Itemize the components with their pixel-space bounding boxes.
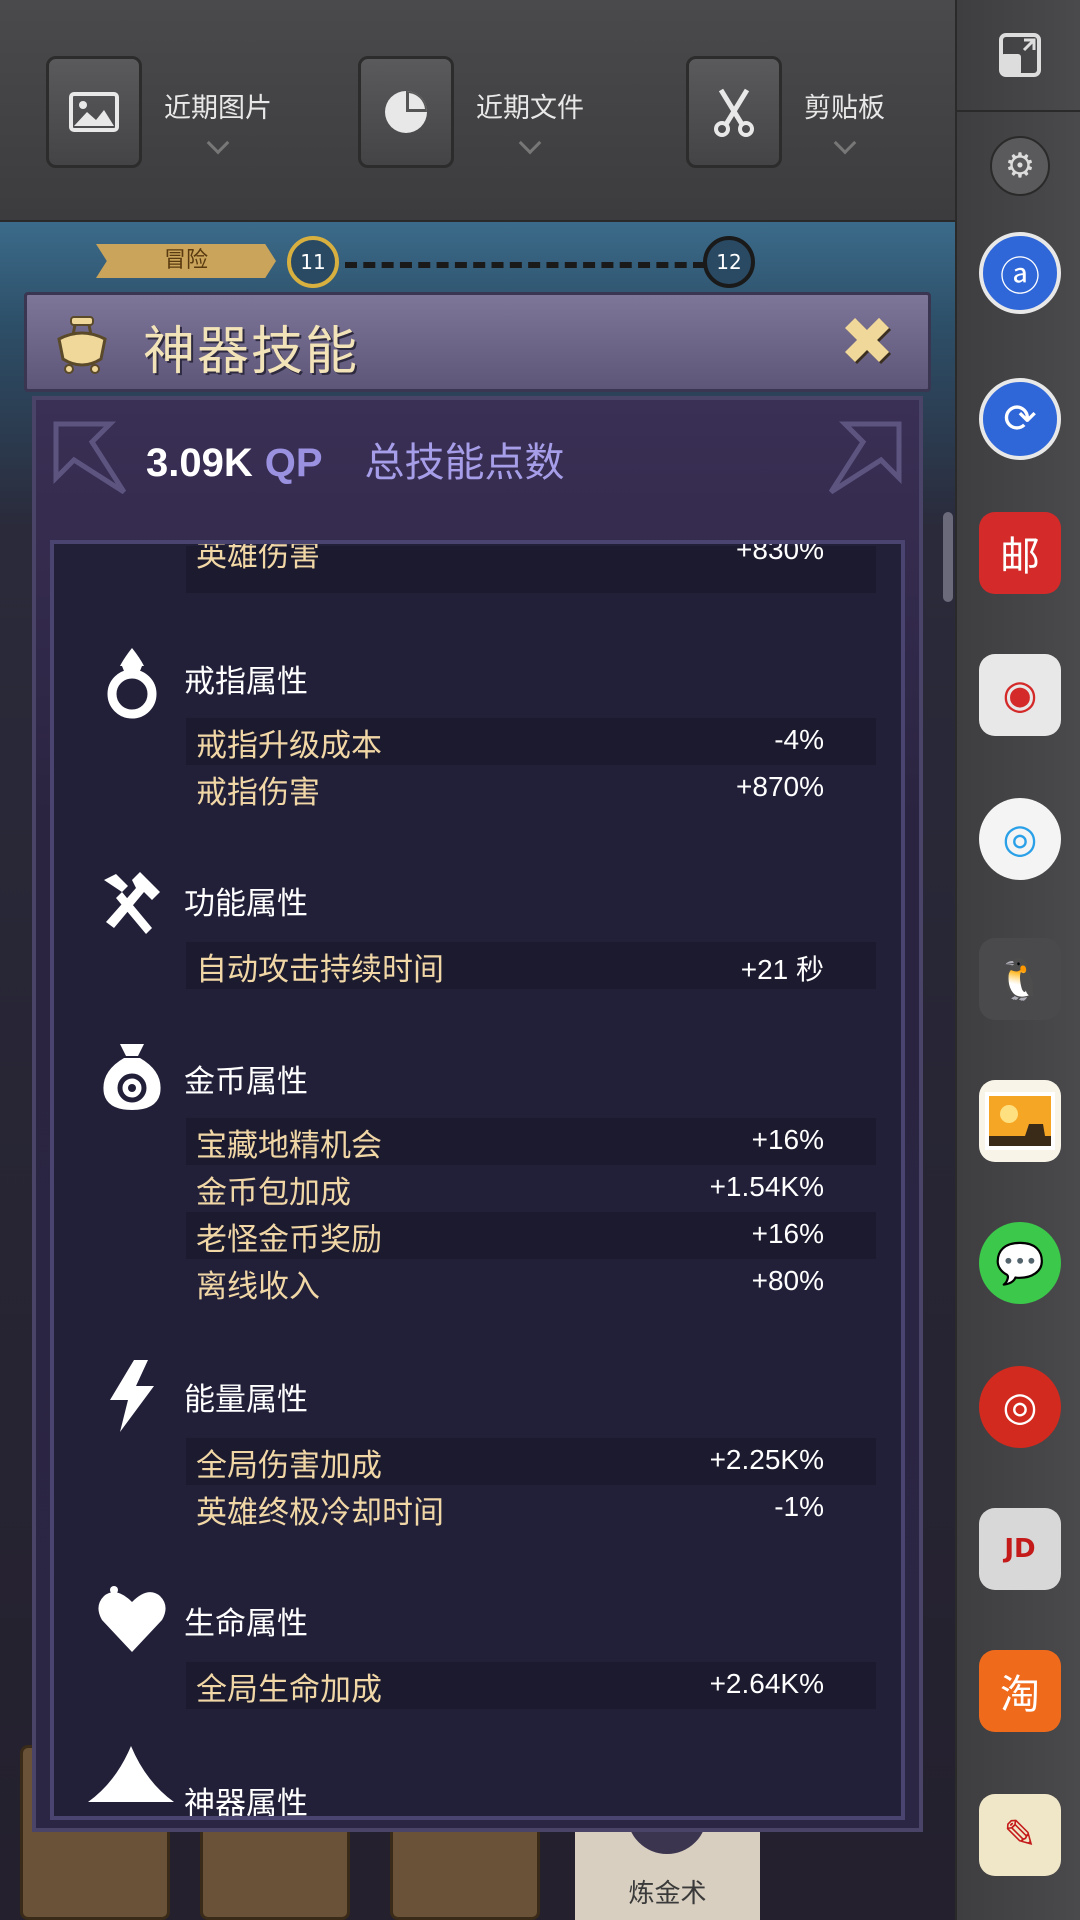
recent-files-button[interactable]: 近期文件: [358, 56, 584, 168]
recent-images-label: 近期图片: [164, 93, 272, 124]
photos-app-icon[interactable]: [979, 1080, 1061, 1162]
rotate-app-icon[interactable]: ⟳: [979, 378, 1061, 460]
artifact-icon: [88, 1746, 174, 1802]
adventure-label: 冒险: [96, 244, 276, 278]
stat-label: 全局生命加成: [196, 1672, 382, 1708]
stat-row: 英雄伤害 +830%: [186, 544, 876, 593]
stat-value: +16%: [751, 1124, 824, 1155]
jd-app-icon[interactable]: JD: [979, 1508, 1061, 1590]
qp-label: 总技能点数: [364, 440, 565, 486]
qp-unit: QP: [264, 441, 323, 485]
clipboard-button[interactable]: 剪贴板: [686, 56, 885, 168]
stat-value: +2.64K%: [709, 1668, 824, 1699]
stat-value: +21 秒: [740, 954, 824, 985]
pie-file-icon: [358, 56, 454, 168]
stat-value: +2.25K%: [709, 1444, 824, 1475]
stat-row: 全局伤害加成 +2.25K%: [186, 1438, 876, 1485]
ring-icon: [107, 648, 157, 719]
wechat-app-icon[interactable]: 💬: [979, 1222, 1061, 1304]
corner-ornament-right-icon: [828, 421, 902, 495]
total-skill-points: 3.09K QP 总技能点数: [146, 430, 565, 488]
section-title-gold: 金币属性: [184, 1064, 308, 1100]
mail-app-icon[interactable]: 邮: [979, 512, 1061, 594]
image-icon: [46, 56, 142, 168]
alchemy-label: 炼金术: [628, 1879, 707, 1909]
scissors-icon: [686, 56, 782, 168]
circle-app-icon[interactable]: ◎: [979, 798, 1061, 880]
stat-label: 英雄终极冷却时间: [196, 1495, 444, 1531]
stat-row: 戒指升级成本 -4%: [186, 718, 876, 765]
stat-label: 自动攻击持续时间: [196, 952, 444, 988]
stat-label: 戒指伤害: [196, 775, 320, 811]
qp-value: 3.09K: [146, 441, 253, 485]
app-dock: ⚙ ⓐ ⟳ 邮 ◉ ◎ 🐧 💬 ◎ JD 淘 ✎: [955, 0, 1080, 1920]
stage-node-next[interactable]: 12: [703, 236, 755, 288]
recent-images-button[interactable]: 近期图片: [46, 56, 272, 168]
stat-label: 戒指升级成本: [196, 728, 382, 764]
stat-value: +830%: [736, 540, 824, 565]
section-title-energy: 能量属性: [184, 1382, 308, 1418]
stat-row: 自动攻击持续时间 +21 秒: [186, 942, 876, 989]
chevron-down-icon: [833, 131, 856, 155]
resize-icon: [998, 33, 1041, 77]
section-title-artifact: 神器属性: [184, 1786, 308, 1820]
stat-label: 离线收入: [196, 1269, 320, 1305]
stat-row: 戒指伤害 +870%: [186, 765, 876, 812]
stat-row: 老怪金币奖励 +16%: [186, 1212, 876, 1259]
section-title-function: 功能属性: [184, 886, 308, 922]
stat-label: 金币包加成: [196, 1175, 351, 1211]
stat-row: 离线收入 +80%: [186, 1259, 876, 1306]
stat-value: +80%: [751, 1265, 824, 1296]
section-title-life: 生命属性: [184, 1606, 308, 1642]
stat-value: -1%: [774, 1491, 824, 1522]
chevron-down-icon: [518, 131, 542, 155]
stat-row: 金币包加成 +1.54K%: [186, 1165, 876, 1212]
section-title-ring: 戒指属性: [184, 664, 308, 700]
modal-title: 神器技能: [143, 322, 360, 382]
chevron-down-icon: [206, 131, 230, 155]
stage-node-current[interactable]: 11: [287, 236, 339, 288]
stat-value: +1.54K%: [709, 1171, 824, 1202]
corner-ornament-left-icon: [53, 421, 127, 495]
stat-value: +16%: [751, 1218, 824, 1249]
pills-app-icon[interactable]: ◉: [979, 654, 1061, 736]
stat-row: 全局生命加成 +2.64K%: [186, 1662, 876, 1709]
screen: { "toolbar": { "items": [ {"label": "近期图…: [0, 0, 1080, 1920]
stat-row: 英雄终极冷却时间 -1%: [186, 1485, 876, 1532]
stat-label: 老怪金币奖励: [196, 1222, 382, 1258]
close-button[interactable]: ✖: [832, 307, 902, 377]
recent-files-label: 近期文件: [476, 93, 584, 124]
skill-stats-list[interactable]: 英雄伤害 +830% 戒指属性 戒指升级成本 -4% 戒指伤害 +870% 功能…: [50, 540, 905, 1820]
lightning-icon: [110, 1360, 154, 1432]
cauldron-icon: [57, 316, 107, 374]
stat-label: 英雄伤害: [196, 540, 320, 574]
stage-path: [345, 262, 705, 268]
stat-label: 全局伤害加成: [196, 1448, 382, 1484]
modal-header: 神器技能 ✖: [24, 292, 931, 392]
qq-app-icon[interactable]: 🐧: [979, 938, 1061, 1020]
notes-app-icon[interactable]: ✎: [979, 1794, 1061, 1876]
window-resize-button[interactable]: [957, 0, 1080, 112]
tools-icon: [104, 872, 160, 934]
modal-body: 3.09K QP 总技能点数 英雄伤害 +830% 戒指属性 戒指升级成本 -4…: [32, 396, 923, 1832]
clipboard-toolbar: 近期图片 近期文件 剪贴板: [0, 0, 955, 222]
heart-icon: [98, 1586, 166, 1652]
stat-value: -4%: [774, 724, 824, 755]
gear-icon[interactable]: ⚙: [990, 136, 1050, 196]
stat-row: 宝藏地精机会 +16%: [186, 1118, 876, 1165]
netease-music-app-icon[interactable]: ◎: [979, 1366, 1061, 1448]
money-bag-icon: [103, 1044, 161, 1110]
stat-value: +870%: [736, 771, 824, 802]
stat-label: 宝藏地精机会: [196, 1128, 382, 1164]
clipboard-label: 剪贴板: [804, 93, 885, 124]
artifact-skills-modal: 神器技能 ✖ 3.09K QP 总技能点数 英雄伤害 +830% 戒指属性 戒指…: [24, 292, 931, 1832]
taobao-app-icon[interactable]: 淘: [979, 1650, 1061, 1732]
search-app-icon[interactable]: ⓐ: [979, 232, 1061, 314]
scrollbar-thumb[interactable]: [943, 512, 953, 602]
